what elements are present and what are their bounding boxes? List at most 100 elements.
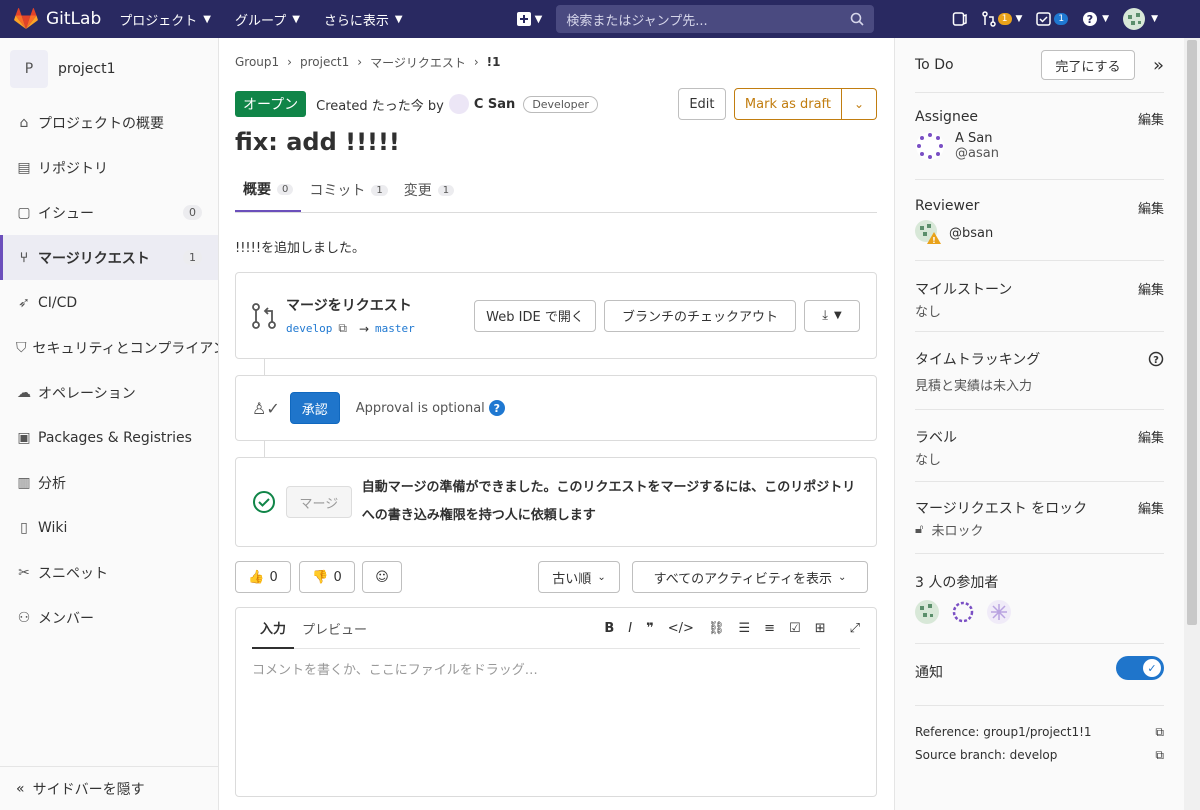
breadcrumb-project[interactable]: project1 <box>300 55 349 69</box>
task-list-icon[interactable]: ☑ <box>789 621 801 636</box>
sidebar-item-security[interactable]: ⛉ セキュリティとコンプライアンス <box>0 325 218 370</box>
sidebar-item-operations[interactable]: ☁ オペレーション <box>0 370 218 415</box>
link-icon[interactable]: ⛓ <box>708 621 725 636</box>
author-name[interactable]: C San <box>474 97 515 112</box>
sidebar-item-merge-requests[interactable]: ⑂ マージリクエスト 1 <box>0 235 218 280</box>
activity-filter-dropdown[interactable]: すべてのアクティビティを表示 ⌄ <box>632 561 868 593</box>
mark-as-draft-button[interactable]: Mark as draft <box>733 88 842 120</box>
merge-requests-nav-button[interactable]: 1 ▼ <box>982 11 1022 27</box>
assignee-name[interactable]: A San <box>955 131 999 146</box>
project-header[interactable]: P project1 <box>0 38 218 100</box>
sidebar-item-snippets[interactable]: ✂ スニペット <box>0 550 218 595</box>
help-icon: ? <box>1083 12 1098 26</box>
nav-groups[interactable]: グループ ▼ <box>235 10 300 29</box>
participant-avatar[interactable] <box>951 600 975 624</box>
code-icon[interactable]: </> <box>668 621 694 636</box>
user-menu-button[interactable]: ▼ <box>1123 8 1158 30</box>
sidebar-item-packages[interactable]: ▣ Packages & Registries <box>0 415 218 460</box>
edit-button[interactable]: Edit <box>677 88 726 120</box>
scrollbar[interactable] <box>1184 38 1200 810</box>
nav-more[interactable]: さらに表示 ▼ <box>324 10 403 29</box>
bullet-list-icon[interactable]: ☰ <box>738 621 750 636</box>
reviewer-avatar[interactable]: ! <box>915 220 943 246</box>
edit-lock-link[interactable]: 編集 <box>1138 498 1164 517</box>
source-branch[interactable]: develop <box>286 322 332 335</box>
gitlab-logo[interactable]: GitLab <box>14 8 101 30</box>
web-ide-button[interactable]: Web IDE で開く <box>474 299 596 332</box>
fullscreen-icon[interactable]: ⤢ <box>850 621 860 636</box>
breadcrumb-mr[interactable]: !1 <box>487 55 501 69</box>
mr-tabs: 概要 0 コミット 1 変更 1 <box>235 168 877 213</box>
sidebar-item-members[interactable]: ⚇ メンバー <box>0 595 218 640</box>
target-branch[interactable]: master <box>375 322 415 335</box>
chevron-down-icon: ▼ <box>1102 14 1110 24</box>
project-name: project1 <box>58 61 116 77</box>
bold-icon[interactable]: B <box>604 621 614 636</box>
edit-reviewer-link[interactable]: 編集 <box>1138 198 1164 217</box>
new-dropdown[interactable]: ▼ <box>516 12 542 26</box>
add-reaction-button[interactable]: ☺ <box>362 561 402 593</box>
copy-icon[interactable]: ⧉ <box>338 321 347 336</box>
thumbs-down-button[interactable]: 👎 0 <box>299 561 355 593</box>
copy-icon[interactable]: ⧉ <box>1155 725 1164 740</box>
collapse-sidebar-icon[interactable]: » <box>1153 55 1164 76</box>
edit-assignee-link[interactable]: 編集 <box>1138 109 1164 128</box>
edit-milestone-link[interactable]: 編集 <box>1138 279 1164 298</box>
quote-icon[interactable]: ❞ <box>646 621 654 636</box>
assignee-avatar[interactable] <box>915 131 945 161</box>
collapse-sidebar-button[interactable]: « サイドバーを隠す <box>0 766 218 810</box>
sidebar-item-wiki[interactable]: ▯ Wiki <box>0 505 218 550</box>
numbered-list-icon[interactable]: ≡ <box>764 621 775 636</box>
double-chevron-left-icon: « <box>16 780 25 797</box>
comment-textarea[interactable]: コメントを書くか、ここにファイルをドラッグ… <box>252 649 860 678</box>
mark-done-button[interactable]: 完了にする <box>1040 50 1135 80</box>
assignee-block: Assignee 編集 A San @asan <box>915 93 1164 180</box>
breadcrumb-merge-requests[interactable]: マージリクエスト <box>370 54 466 71</box>
italic-icon[interactable]: I <box>628 621 632 636</box>
help-nav-button[interactable]: ? ▼ <box>1082 11 1109 27</box>
checkout-branch-button[interactable]: ブランチのチェックアウト <box>604 299 796 332</box>
tanuki-icon <box>14 8 38 29</box>
tab-preview[interactable]: プレビュー <box>294 619 375 638</box>
notifications-toggle[interactable]: ✓ <box>1116 656 1164 680</box>
edit-labels-link[interactable]: 編集 <box>1138 427 1164 446</box>
sidebar-item-issues[interactable]: ▢ イシュー 0 <box>0 190 218 235</box>
search-input[interactable]: 検索またはジャンプ先... <box>556 5 875 33</box>
tab-label: コミット <box>309 183 366 199</box>
merge-message: 自動マージの準備ができました。このリクエストをマージするには、このリポジトリへの… <box>361 480 856 523</box>
tab-overview[interactable]: 概要 0 <box>235 168 302 212</box>
project-avatar: P <box>10 50 48 88</box>
breadcrumb-group[interactable]: Group1 <box>235 55 279 69</box>
thumbs-up-button[interactable]: 👍 0 <box>235 561 291 593</box>
help-icon[interactable]: ? <box>488 400 505 416</box>
svg-text:?: ? <box>1087 13 1093 26</box>
help-icon[interactable]: ? <box>1148 351 1164 367</box>
sidebar-item-repository[interactable]: ▤ リポジトリ <box>0 145 218 190</box>
reviewer-handle[interactable]: @bsan <box>949 226 993 241</box>
nav-more-label: さらに表示 <box>323 13 389 29</box>
merge-button[interactable]: マージ <box>285 486 352 518</box>
download-dropdown[interactable]: ⤓ ▼ <box>804 299 860 332</box>
unlock-icon: 🔓︎ <box>915 522 924 537</box>
tab-write[interactable]: 入力 <box>252 608 295 649</box>
sort-dropdown[interactable]: 古い順 ⌄ <box>538 561 620 593</box>
tab-changes[interactable]: 変更 1 <box>396 168 462 212</box>
copy-icon[interactable]: ⧉ <box>1155 748 1164 763</box>
issues-icon <box>952 12 967 26</box>
issues-nav-button[interactable] <box>952 11 968 27</box>
draft-dropdown-toggle[interactable]: ⌄ <box>842 88 877 120</box>
todos-nav-button[interactable]: 1 <box>1036 11 1069 27</box>
tab-commits[interactable]: コミット 1 <box>301 168 395 212</box>
author-avatar[interactable] <box>448 94 469 114</box>
sidebar-item-analytics[interactable]: ▥ 分析 <box>0 460 218 505</box>
sidebar-item-cicd[interactable]: ➶ CI/CD <box>0 280 218 325</box>
participant-avatar[interactable] <box>915 600 939 624</box>
approve-button[interactable]: 承認 <box>289 392 340 424</box>
sidebar-item-overview[interactable]: ⌂ プロジェクトの概要 <box>0 100 218 145</box>
scrollbar-thumb[interactable] <box>1187 40 1197 625</box>
right-sidebar: To Do 完了にする » Assignee 編集 A San @asan Re… <box>894 38 1184 810</box>
reactions-bar: 👍 0 👎 0 ☺ 古い順 ⌄ すべてのアクティビティを表示 ⌄ <box>235 561 877 593</box>
participant-avatar[interactable] <box>987 600 1011 624</box>
table-icon[interactable]: ⊞ <box>815 621 826 636</box>
nav-projects[interactable]: プロジェクト ▼ <box>119 10 211 29</box>
